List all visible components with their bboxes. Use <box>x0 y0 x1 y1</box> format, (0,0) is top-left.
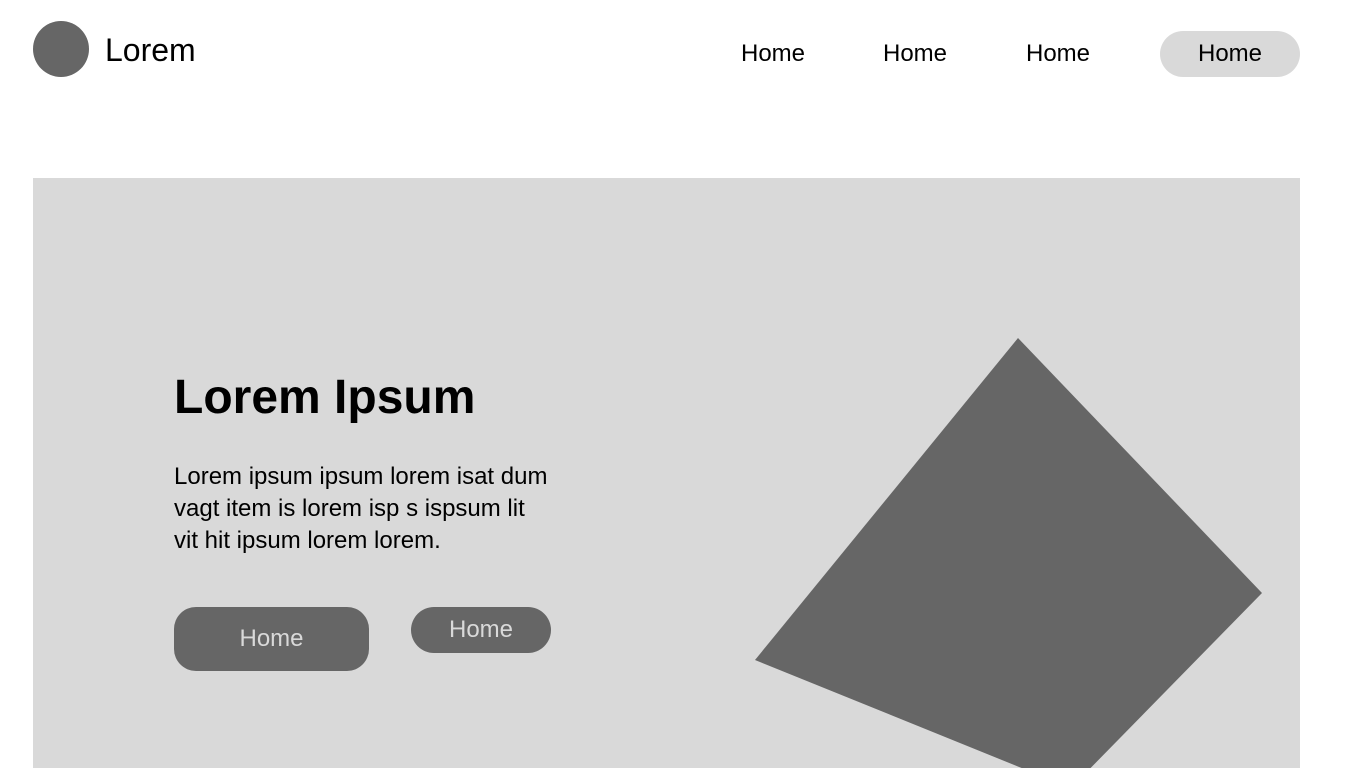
nav-link-home-1[interactable]: Home <box>728 31 818 77</box>
nav-link-home-2[interactable]: Home <box>870 31 960 77</box>
logo-icon[interactable] <box>33 21 89 77</box>
diamond-shape <box>755 338 1262 768</box>
brand-name[interactable]: Lorem <box>105 30 196 70</box>
nav-link-home-active[interactable]: Home <box>1160 31 1300 77</box>
nav-link-home-3[interactable]: Home <box>1013 31 1103 77</box>
hero-section: Lorem Ipsum Lorem ipsum ipsum lorem isat… <box>33 178 1300 768</box>
hero-image-placeholder <box>755 338 1262 768</box>
page: Lorem Home Home Home Home Lorem Ipsum Lo… <box>0 0 1366 768</box>
